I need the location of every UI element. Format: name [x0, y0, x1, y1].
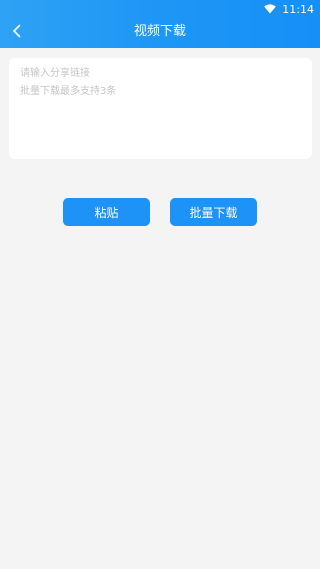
status-bar: 11:14 [264, 0, 320, 18]
page-title: 视频下载 [133, 24, 186, 39]
screen: 11:14 视频下载 粘贴 批量下载 [0, 0, 320, 569]
app-header: 11:14 视频下载 [0, 0, 320, 48]
wifi-icon [264, 4, 277, 14]
paste-button[interactable]: 粘贴 [63, 198, 150, 226]
batch-download-button[interactable]: 批量下载 [170, 198, 257, 226]
status-time: 11:14 [282, 2, 314, 16]
share-link-input[interactable] [9, 58, 312, 159]
link-input-card [9, 58, 312, 159]
